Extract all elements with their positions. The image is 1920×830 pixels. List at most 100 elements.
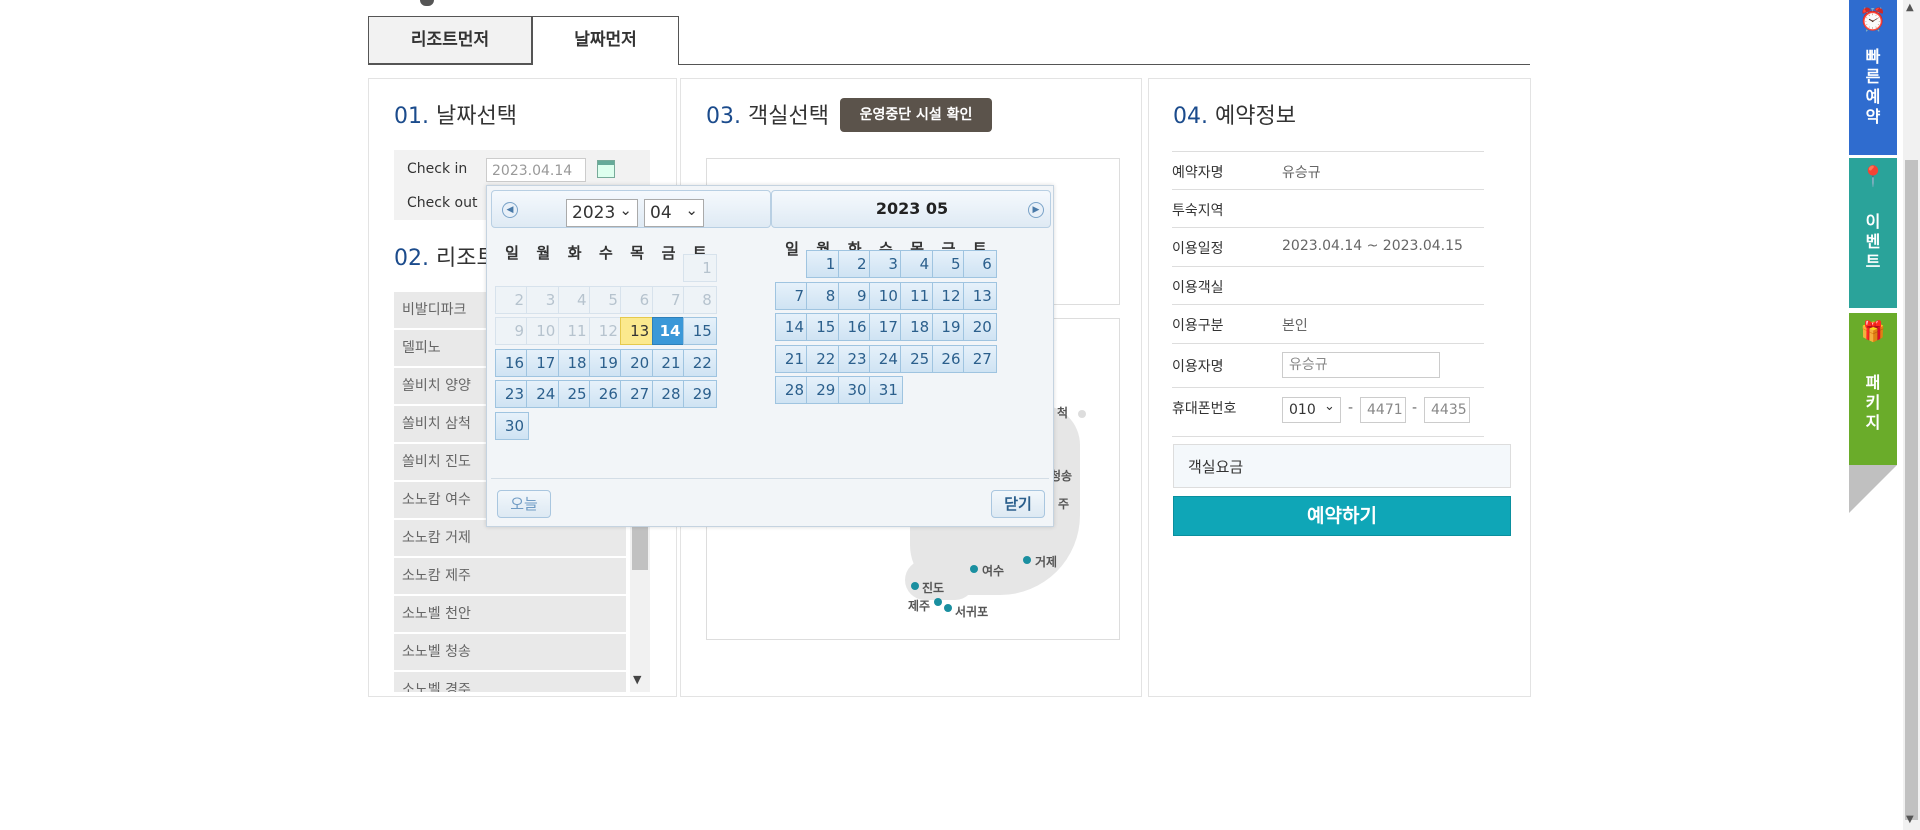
calendar-day[interactable]: 30 — [837, 376, 872, 404]
calendar-day[interactable]: 5 — [931, 250, 966, 278]
calendar-day[interactable]: 4 — [900, 250, 935, 278]
calendar-day[interactable]: 3 — [868, 250, 903, 278]
calendar-day[interactable]: 12 — [931, 281, 966, 310]
close-button[interactable]: 닫기 — [991, 490, 1045, 518]
section1-title: 01. 날짜선택 — [394, 104, 517, 129]
calendar-day[interactable]: 1 — [806, 250, 841, 278]
datepicker: ◀ 2023 04 2023 05 ▶ 일월화수목금토1234567891011… — [486, 185, 1054, 527]
calendar-day[interactable]: 29 — [682, 380, 717, 408]
tab-date-first[interactable]: 날짜먼저 — [532, 16, 679, 65]
datepicker-header-right: 2023 05 ▶ — [771, 190, 1051, 228]
calendar-day[interactable]: 18 — [900, 313, 935, 341]
calendar-day[interactable]: 14 — [775, 313, 809, 341]
quick-reserve-tab[interactable]: ⏰ 빠 른 예 약 — [1849, 0, 1897, 155]
calendar-day[interactable]: 10 — [868, 281, 903, 310]
calendar-day[interactable]: 15 — [806, 313, 841, 341]
map-dot-jindo[interactable] — [911, 582, 919, 590]
calendar-day[interactable]: 21 — [775, 344, 809, 373]
reserve-button[interactable]: 예약하기 — [1173, 496, 1511, 536]
calendar-day[interactable]: 8 — [806, 281, 841, 310]
user-name-field[interactable]: 유승규 — [1282, 352, 1440, 378]
calendar-day[interactable]: 28 — [775, 376, 809, 404]
calendar-day[interactable]: 22 — [682, 348, 717, 377]
scroll-up-arrow-icon[interactable]: ▲ — [1906, 2, 1914, 13]
scroll-down-arrow-icon[interactable]: ▼ — [633, 673, 641, 686]
calendar-day[interactable]: 25 — [557, 380, 592, 408]
calendar-day[interactable]: 16 — [495, 348, 529, 377]
checkin-input[interactable]: 2023.04.14 — [486, 158, 586, 182]
section3-title: 03. 객실선택 — [706, 104, 829, 129]
calendar-day[interactable]: 21 — [651, 348, 686, 377]
calendar-day[interactable]: 20 — [962, 313, 997, 341]
calendar-day[interactable]: 23 — [837, 344, 872, 373]
calendar-day[interactable]: 16 — [837, 313, 872, 341]
map-dot-yeosu[interactable] — [970, 565, 978, 573]
calendar-day[interactable]: 9 — [837, 281, 872, 310]
calendar-day[interactable]: 18 — [557, 348, 592, 377]
calendar-day[interactable]: 11 — [900, 281, 935, 310]
map-dot-jeju[interactable] — [934, 598, 942, 606]
calendar-day[interactable]: 26 — [588, 380, 623, 408]
package-tab[interactable]: 🎁 패 키 지 — [1849, 313, 1897, 465]
resort-item[interactable]: 소노벨 경주 — [394, 672, 626, 692]
prev-month-icon[interactable]: ◀ — [502, 202, 518, 218]
calendar-day[interactable]: 7 — [775, 281, 809, 310]
scroll-down-arrow-icon[interactable]: ▼ — [1906, 814, 1914, 825]
package-label: 패 키 지 — [1865, 373, 1881, 432]
resort-item[interactable]: 소노벨 천안 — [394, 596, 626, 633]
calendar-day[interactable]: 31 — [868, 376, 903, 404]
calendar-day[interactable]: 24 — [526, 380, 561, 408]
event-tab[interactable]: 📍 이 벤 트 — [1849, 158, 1897, 308]
calendar-day[interactable]: 19 — [931, 313, 966, 341]
calendar-day[interactable]: 19 — [588, 348, 623, 377]
today-button[interactable]: 오늘 — [497, 490, 551, 518]
calendar-day[interactable]: 30 — [495, 411, 529, 440]
calendar-day: 2 — [495, 285, 529, 314]
gift-icon: 🎁 — [1860, 319, 1886, 343]
calendar-day[interactable]: 26 — [931, 344, 966, 373]
map-label: 제주 — [908, 599, 931, 613]
datepicker-header-left: ◀ 2023 04 — [491, 190, 771, 228]
tab-resort-first[interactable]: 리조트먼저 — [368, 16, 532, 64]
resort-item[interactable]: 소노캄 제주 — [394, 558, 626, 595]
calendar-day[interactable]: 17 — [526, 348, 561, 377]
calendar-day[interactable]: 6 — [962, 250, 997, 278]
calendar-icon[interactable] — [597, 160, 615, 178]
phone-last-field[interactable]: 4435 — [1424, 397, 1470, 423]
calendar-day[interactable]: 13 — [620, 317, 655, 345]
month-title: 2023 05 — [875, 199, 949, 218]
facility-status-button[interactable]: 운영중단 시설 확인 — [840, 98, 992, 132]
calendar-day[interactable]: 14 — [651, 317, 686, 345]
page-scroll-thumb[interactable] — [1905, 160, 1918, 820]
calendar-day[interactable]: 27 — [962, 344, 997, 373]
next-month-icon[interactable]: ▶ — [1028, 202, 1044, 218]
map-dot-seogwipo[interactable] — [944, 604, 952, 612]
checkin-label: Check in — [407, 161, 468, 177]
calendar-day[interactable]: 27 — [620, 380, 655, 408]
info-row-schedule: 이용일정 2023.04.14 ~ 2023.04.15 — [1172, 227, 1484, 266]
calendar-day[interactable]: 15 — [682, 317, 717, 345]
side-menu-fold — [1849, 465, 1897, 513]
calendar-day: 1 — [682, 254, 717, 282]
calendar-day[interactable]: 20 — [620, 348, 655, 377]
calendar-day[interactable]: 23 — [495, 380, 529, 408]
calendar-day: 8 — [682, 285, 717, 314]
calendar-day[interactable]: 13 — [962, 281, 997, 310]
resort-item[interactable]: 소노벨 청송 — [394, 634, 626, 671]
map-label: 진도 — [922, 581, 945, 595]
section4-title: 04. 예약정보 — [1173, 104, 1296, 129]
quick-reserve-label: 빠 른 예 약 — [1865, 47, 1881, 126]
calendar-day[interactable]: 25 — [900, 344, 935, 373]
info-row-room: 이용객실 — [1172, 266, 1484, 305]
calendar-day[interactable]: 22 — [806, 344, 841, 373]
month-select[interactable]: 04 — [644, 197, 704, 227]
calendar-day[interactable]: 28 — [651, 380, 686, 408]
phone-mid-field[interactable]: 4471 — [1360, 397, 1406, 423]
calendar-day[interactable]: 2 — [837, 250, 872, 278]
map-dot[interactable] — [1078, 410, 1086, 418]
calendar-day[interactable]: 24 — [868, 344, 903, 373]
map-dot-geoje[interactable] — [1023, 556, 1031, 564]
year-select[interactable]: 2023 — [566, 197, 638, 227]
calendar-day[interactable]: 17 — [868, 313, 903, 341]
calendar-day[interactable]: 29 — [806, 376, 841, 404]
